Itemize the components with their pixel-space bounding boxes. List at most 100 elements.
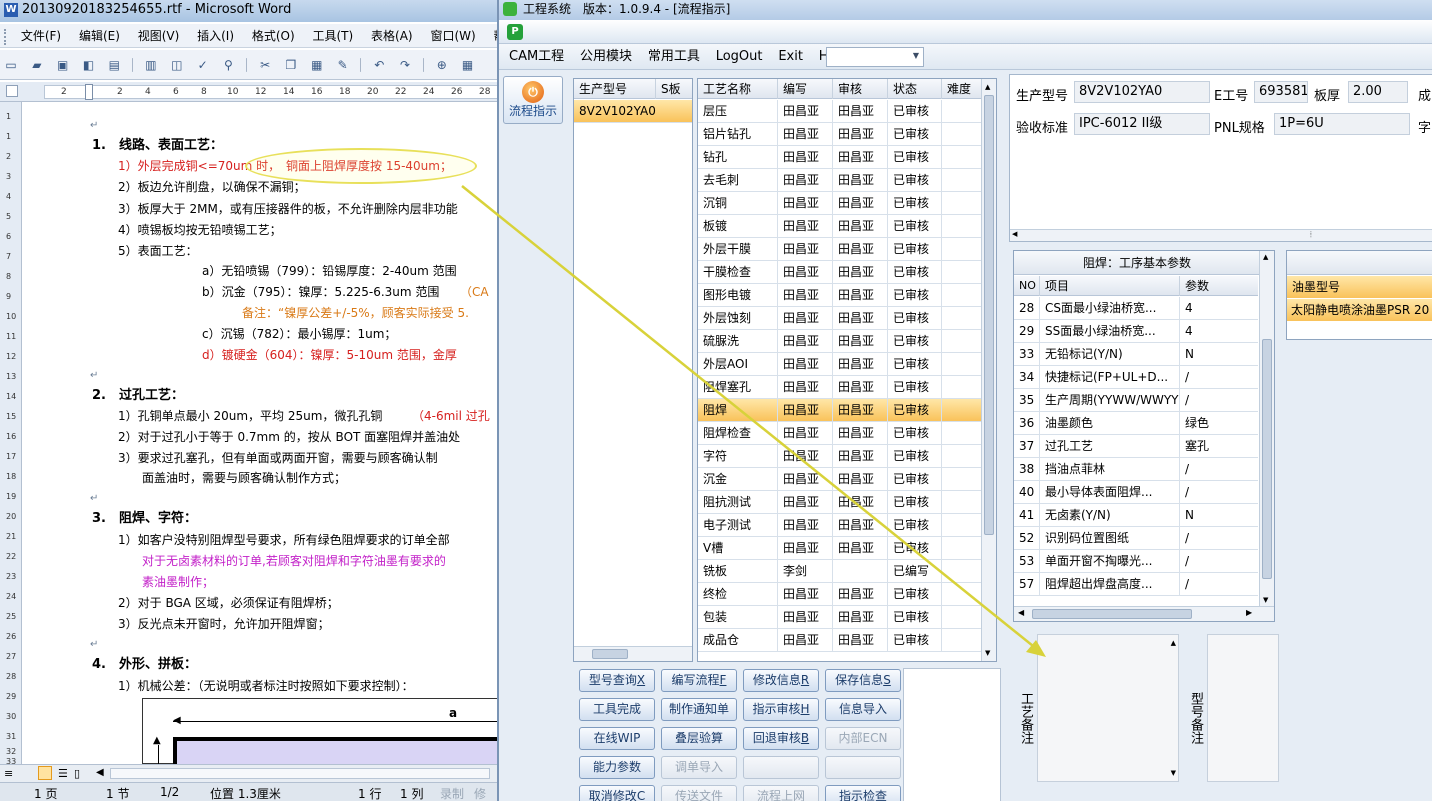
copy-icon[interactable]: ❐ xyxy=(282,56,300,74)
table-row[interactable]: 终检 田昌亚 田昌亚 已审核 xyxy=(698,583,982,606)
action-button[interactable] xyxy=(743,756,819,779)
reading-view-icon[interactable]: ▯ xyxy=(74,767,80,780)
pnl-field[interactable]: 1P=6U xyxy=(1274,113,1410,135)
action-button[interactable]: 指示审核H xyxy=(743,698,819,721)
scroll-grip-icon[interactable]: ⦙ xyxy=(1310,230,1312,240)
eng-logo-icon[interactable]: P xyxy=(507,24,523,40)
action-button[interactable]: 取消修改C xyxy=(579,785,655,801)
process-grid[interactable]: 工艺名称 编写 审核 状态 难度 层压 田昌亚 田昌亚 已审核 铝片钻孔 田昌亚 田昌亚 已审… xyxy=(697,78,997,662)
table-row[interactable]: 硫脲洗 田昌亚 田昌亚 已审核 xyxy=(698,330,982,353)
action-button[interactable]: 修改信息R xyxy=(743,669,819,692)
menu-combo-box[interactable]: ▼ xyxy=(826,47,924,67)
model-remark-textarea[interactable] xyxy=(1207,634,1279,782)
table-row[interactable]: 57 阻焊超出焊盘高度... / xyxy=(1014,573,1260,596)
preview-icon[interactable]: ◫ xyxy=(168,56,186,74)
col-header-process[interactable]: 工艺名称 xyxy=(698,79,778,99)
table-row[interactable]: 外层蚀刻 田昌亚 田昌亚 已审核 xyxy=(698,307,982,330)
menu-tools[interactable]: 常用工具 xyxy=(642,44,706,70)
table-row[interactable]: 37 过孔工艺 塞孔 xyxy=(1014,435,1260,458)
table-row[interactable]: 干膜检查 田昌亚 田昌亚 已审核 xyxy=(698,261,982,284)
table-row[interactable]: 外层AOI 田昌亚 田昌亚 已审核 xyxy=(698,353,982,376)
table-row[interactable]: 35 生产周期(YYWW/WWYY) / xyxy=(1014,389,1260,412)
tables-icon[interactable]: ▦ xyxy=(459,56,477,74)
standard-field[interactable]: IPC-6012 II级 xyxy=(1074,113,1210,135)
action-button[interactable]: 制作通知单 xyxy=(661,698,737,721)
model-grid-hscroll[interactable] xyxy=(574,646,692,661)
table-row[interactable]: 53 单面开窗不掏曝光... / xyxy=(1014,550,1260,573)
table-row[interactable]: 阻焊 田昌亚 田昌亚 已审核 xyxy=(698,399,982,422)
process-remark-textarea[interactable]: ▲ ▼ xyxy=(1037,634,1179,782)
action-button[interactable]: 保存信息S xyxy=(825,669,901,692)
thickness-field[interactable]: 2.00 xyxy=(1348,81,1408,103)
table-row[interactable]: 52 识别码位置图纸 / xyxy=(1014,527,1260,550)
table-row[interactable]: 电子测试 田昌亚 田昌亚 已审核 xyxy=(698,514,982,537)
table-row[interactable]: 铣板 李剑 已编写 xyxy=(698,560,982,583)
tab-selector-icon[interactable] xyxy=(6,85,18,97)
col-header-reviewer[interactable]: 审核 xyxy=(833,79,888,99)
spell-check-icon[interactable]: ✓ xyxy=(194,56,212,74)
param-grid-hscroll[interactable]: ◀ ▶ xyxy=(1014,606,1274,621)
scroll-left-icon[interactable]: ◀ xyxy=(96,767,104,778)
table-row[interactable]: 40 最小导体表面阻焊... / xyxy=(1014,481,1260,504)
col-header-status[interactable]: 状态 xyxy=(888,79,942,99)
action-button[interactable]: 调单导入 xyxy=(661,756,737,779)
hyperlink-icon[interactable]: ⊕ xyxy=(433,56,451,74)
action-button[interactable]: 流程上网 xyxy=(743,785,819,801)
table-row[interactable]: 阻焊塞孔 田昌亚 田昌亚 已审核 xyxy=(698,376,982,399)
scroll-track[interactable] xyxy=(110,768,490,779)
col-header-difficulty[interactable]: 难度 xyxy=(942,79,982,99)
print-icon[interactable]: ▥ xyxy=(142,56,160,74)
word-horizontal-scrollbar[interactable]: ≡ ☰ ▯ ◀ xyxy=(0,764,500,782)
word-menu-window[interactable]: 窗口(W) xyxy=(423,24,482,47)
col-header-writer[interactable]: 编写 xyxy=(778,79,833,99)
word-menu-view[interactable]: 视图(V) xyxy=(131,24,187,47)
table-row[interactable]: 阻焊检查 田昌亚 田昌亚 已审核 xyxy=(698,422,982,445)
table-row[interactable]: 阻抗测试 田昌亚 田昌亚 已审核 xyxy=(698,491,982,514)
save-icon[interactable]: ▣ xyxy=(54,56,72,74)
word-menu-file[interactable]: 文件(F) xyxy=(14,24,68,47)
print-layout-icon[interactable] xyxy=(38,766,52,780)
col-header-param[interactable]: 参数 xyxy=(1180,276,1260,296)
param-grid[interactable]: 阻焊：工序基本参数 NO 项目 参数 28 CS面最小绿油桥宽... 4 29 SS面最… xyxy=(1013,250,1275,622)
table-row[interactable]: 8V2V102YA0 xyxy=(574,100,692,123)
action-button[interactable]: 回退审核B xyxy=(743,727,819,750)
print-preview-icon[interactable]: ▤ xyxy=(105,56,123,74)
table-row[interactable]: 38 挡油点菲林 / xyxy=(1014,458,1260,481)
col-header-s-board[interactable]: S板 xyxy=(656,79,692,99)
open-folder-icon[interactable]: ▰ xyxy=(28,56,46,74)
scroll-thumb[interactable] xyxy=(984,95,994,535)
action-button[interactable]: 型号查询X xyxy=(579,669,655,692)
table-row[interactable]: 板镀 田昌亚 田昌亚 已审核 xyxy=(698,215,982,238)
table-row[interactable]: 外层干膜 田昌亚 田昌亚 已审核 xyxy=(698,238,982,261)
research-icon[interactable]: ⚲ xyxy=(219,56,237,74)
e-number-field[interactable]: 693581 xyxy=(1254,81,1308,103)
info-hscroll[interactable]: ◀ ⦙ xyxy=(1010,229,1432,241)
action-button[interactable]: 内部ECN xyxy=(825,727,901,750)
action-button[interactable]: 工具完成 xyxy=(579,698,655,721)
action-button[interactable]: 传送文件 xyxy=(661,785,737,801)
table-row[interactable]: 34 快捷标记(FP+UL+D... / xyxy=(1014,366,1260,389)
undo-icon[interactable]: ↶ xyxy=(370,56,388,74)
scroll-up-icon[interactable]: ▲ xyxy=(1263,253,1268,261)
model-grid[interactable]: 生产型号 S板 8V2V102YA0 xyxy=(573,78,693,662)
table-row[interactable]: 图形电镀 田昌亚 田昌亚 已审核 xyxy=(698,284,982,307)
menu-exit[interactable]: Exit xyxy=(772,44,809,70)
action-button[interactable]: 指示检查 xyxy=(825,785,901,801)
action-button[interactable] xyxy=(825,756,901,779)
scroll-thumb[interactable] xyxy=(1032,609,1192,619)
scroll-left-icon[interactable]: ◀ xyxy=(1012,230,1017,238)
scroll-right-icon[interactable]: ▶ xyxy=(1246,608,1252,617)
scroll-left-icon[interactable]: ◀ xyxy=(1018,608,1024,617)
table-row[interactable]: 层压 田昌亚 田昌亚 已审核 xyxy=(698,100,982,123)
scroll-up-icon[interactable]: ▲ xyxy=(1171,639,1176,647)
table-row[interactable]: 36 油墨颜色 绿色 xyxy=(1014,412,1260,435)
table-row[interactable]: 沉铜 田昌亚 田昌亚 已审核 xyxy=(698,192,982,215)
scroll-up-icon[interactable]: ▲ xyxy=(985,83,990,91)
table-row[interactable]: 28 CS面最小绿油桥宽... 4 xyxy=(1014,297,1260,320)
table-row[interactable]: 沉金 田昌亚 田昌亚 已审核 xyxy=(698,468,982,491)
permission-icon[interactable]: ◧ xyxy=(79,56,97,74)
scroll-down-icon[interactable]: ▼ xyxy=(985,649,990,657)
paste-icon[interactable]: ▦ xyxy=(308,56,326,74)
table-row[interactable]: 字符 田昌亚 田昌亚 已审核 xyxy=(698,445,982,468)
new-doc-icon[interactable]: ▭ xyxy=(2,56,20,74)
